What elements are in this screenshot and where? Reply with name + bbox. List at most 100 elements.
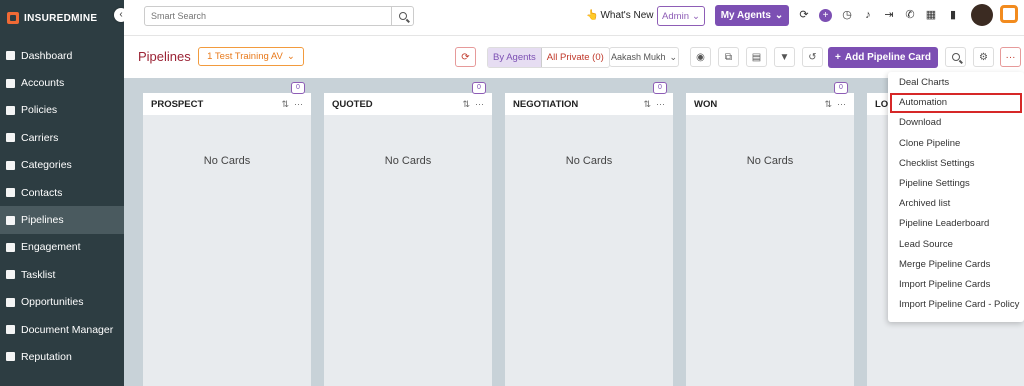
- view-button[interactable]: ◉: [690, 47, 711, 67]
- top-bar: 👆 What's New Admin ⌄ My Agents ⌄ ⟳ + ◷ ♪…: [124, 0, 1024, 36]
- sidebar-item-document-manager[interactable]: Document Manager: [0, 316, 124, 343]
- view-toggle: By Agents All Private (0): [487, 47, 610, 68]
- sync-icon: ⟳: [461, 51, 470, 63]
- menu-item-download[interactable]: Download: [888, 113, 1024, 133]
- chevron-down-icon: ⌄: [691, 10, 700, 22]
- app-switch-icon[interactable]: [1000, 5, 1018, 23]
- empty-state-text: No Cards: [203, 155, 251, 167]
- sidebar-item-reputation[interactable]: Reputation: [0, 343, 124, 370]
- carriers-icon: [6, 133, 15, 143]
- avatar[interactable]: [971, 4, 993, 26]
- sidebar-item-dashboard[interactable]: Dashboard: [0, 42, 124, 69]
- my-agents-button[interactable]: My Agents ⌄: [715, 5, 789, 26]
- sort-icon[interactable]: ⇅: [643, 99, 651, 110]
- column-header: QUOTED ⇅ ··· 0: [324, 82, 492, 115]
- sort-icon[interactable]: ⇅: [462, 99, 470, 110]
- role-select[interactable]: Admin ⌄: [657, 6, 705, 26]
- sidebar-item-tasklist[interactable]: Tasklist: [0, 261, 124, 288]
- sidebar-item-contacts[interactable]: Contacts: [0, 179, 124, 206]
- brand-name: INSUREDMINE: [24, 12, 98, 24]
- sidebar-item-engagement[interactable]: Engagement: [0, 234, 124, 261]
- print-button[interactable]: ▤: [746, 47, 767, 67]
- engagement-icon: [6, 242, 15, 252]
- sidebar-item-pipelines[interactable]: Pipelines: [0, 206, 124, 234]
- device-icon[interactable]: ▮: [947, 9, 959, 21]
- menu-item-checklist-settings[interactable]: Checklist Settings: [888, 154, 1024, 174]
- column-count-badge: 0: [472, 82, 486, 94]
- menu-item-pipeline-settings[interactable]: Pipeline Settings: [888, 174, 1024, 194]
- column-header: WON ⇅ ··· 0: [686, 82, 854, 115]
- sidebar-item-label: Opportunities: [21, 296, 84, 309]
- search-input[interactable]: [145, 7, 391, 25]
- sort-icon[interactable]: ⇅: [824, 99, 832, 110]
- sync-button[interactable]: ⟳: [455, 47, 476, 67]
- logout-icon[interactable]: ⇥: [883, 9, 895, 21]
- column-title: LO: [875, 98, 889, 110]
- menu-item-import-pipeline-card-policy[interactable]: Import Pipeline Card - Policy: [888, 295, 1024, 315]
- sidebar-item-label: Categories: [21, 159, 72, 172]
- brand-logo[interactable]: INSUREDMINE: [0, 0, 124, 36]
- reputation-icon: [6, 352, 15, 362]
- agent-select[interactable]: Aakash Mukh ⌄: [609, 47, 679, 67]
- phone-icon[interactable]: ✆: [904, 9, 916, 21]
- export-button[interactable]: ⧉: [718, 47, 739, 67]
- sidebar-item-carriers[interactable]: Carriers: [0, 124, 124, 151]
- eye-icon: ◉: [696, 51, 705, 63]
- column-tools: ⇅ ···: [643, 99, 665, 110]
- tasklist-icon: [6, 270, 15, 280]
- menu-item-merge-pipeline-cards[interactable]: Merge Pipeline Cards: [888, 255, 1024, 275]
- column-more-icon[interactable]: ···: [656, 99, 665, 110]
- refresh-icon[interactable]: ⟳: [798, 9, 810, 21]
- sidebar-item-label: Policies: [21, 104, 58, 117]
- all-private-tab[interactable]: All Private (0): [542, 48, 609, 67]
- pipeline-select[interactable]: 1 Test Training AV ⌄: [198, 47, 304, 66]
- by-agents-tab[interactable]: By Agents: [488, 48, 542, 67]
- print-icon: ▤: [751, 51, 762, 63]
- sidebar-item-policies[interactable]: Policies: [0, 97, 124, 124]
- menu-item-pipeline-leaderboard[interactable]: Pipeline Leaderboard: [888, 214, 1024, 234]
- policies-icon: [6, 105, 15, 115]
- column-more-icon[interactable]: ···: [837, 99, 846, 110]
- menu-item-archived-list[interactable]: Archived list: [888, 194, 1024, 214]
- menu-item-automation[interactable]: Automation: [890, 93, 1022, 114]
- column-more-icon[interactable]: ···: [475, 99, 484, 110]
- menu-item-clone-pipeline[interactable]: Clone Pipeline: [888, 134, 1024, 154]
- history-icon: ↺: [808, 51, 817, 63]
- column-count-badge: 0: [653, 82, 667, 94]
- pipeline-column: PROSPECT ⇅ ··· 0 No Cards: [143, 82, 311, 386]
- empty-state-text: No Cards: [384, 155, 432, 167]
- menu-item-deal-charts[interactable]: Deal Charts: [888, 73, 1024, 93]
- menu-item-lead-source[interactable]: Lead Source: [888, 235, 1024, 255]
- search-icon: [398, 12, 407, 20]
- filter-icon: ▼: [779, 51, 790, 63]
- sidebar-item-categories[interactable]: Categories: [0, 152, 124, 179]
- filter-button[interactable]: ▼: [774, 47, 795, 67]
- more-options-button[interactable]: ···: [1000, 47, 1021, 67]
- settings-button[interactable]: ⚙: [973, 47, 994, 67]
- column-more-icon[interactable]: ···: [294, 99, 303, 110]
- pointer-hand-icon: 👆: [586, 10, 599, 21]
- column-title: PROSPECT: [151, 98, 204, 110]
- clock-icon[interactable]: ◷: [841, 9, 853, 21]
- sidebar-item-opportunities[interactable]: Opportunities: [0, 289, 124, 316]
- bell-icon[interactable]: ♪: [862, 9, 874, 21]
- pipelines-icon: [6, 215, 15, 225]
- add-pipeline-card-button[interactable]: + Add Pipeline Card: [828, 47, 938, 68]
- search-icon: [951, 53, 960, 61]
- folder-icon: [6, 325, 15, 335]
- chip-icon[interactable]: ▦: [925, 9, 937, 21]
- whats-new-link[interactable]: 👆 What's New: [586, 10, 654, 21]
- board-search-button[interactable]: [945, 47, 966, 67]
- column-header: NEGOTIATION ⇅ ··· 0: [505, 82, 673, 115]
- categories-icon: [6, 160, 15, 170]
- quick-add-icon[interactable]: +: [819, 9, 832, 22]
- search-button[interactable]: [391, 7, 413, 25]
- sidebar-item-accounts[interactable]: Accounts: [0, 69, 124, 96]
- empty-state-text: No Cards: [746, 155, 794, 167]
- more-options-menu: Deal Charts Automation Download Clone Pipel…: [888, 72, 1024, 322]
- column-title: WON: [694, 98, 718, 110]
- menu-item-import-pipeline-cards[interactable]: Import Pipeline Cards: [888, 275, 1024, 295]
- sidebar-item-label: Reputation: [21, 350, 72, 363]
- history-button[interactable]: ↺: [802, 47, 823, 67]
- sort-icon[interactable]: ⇅: [281, 99, 289, 110]
